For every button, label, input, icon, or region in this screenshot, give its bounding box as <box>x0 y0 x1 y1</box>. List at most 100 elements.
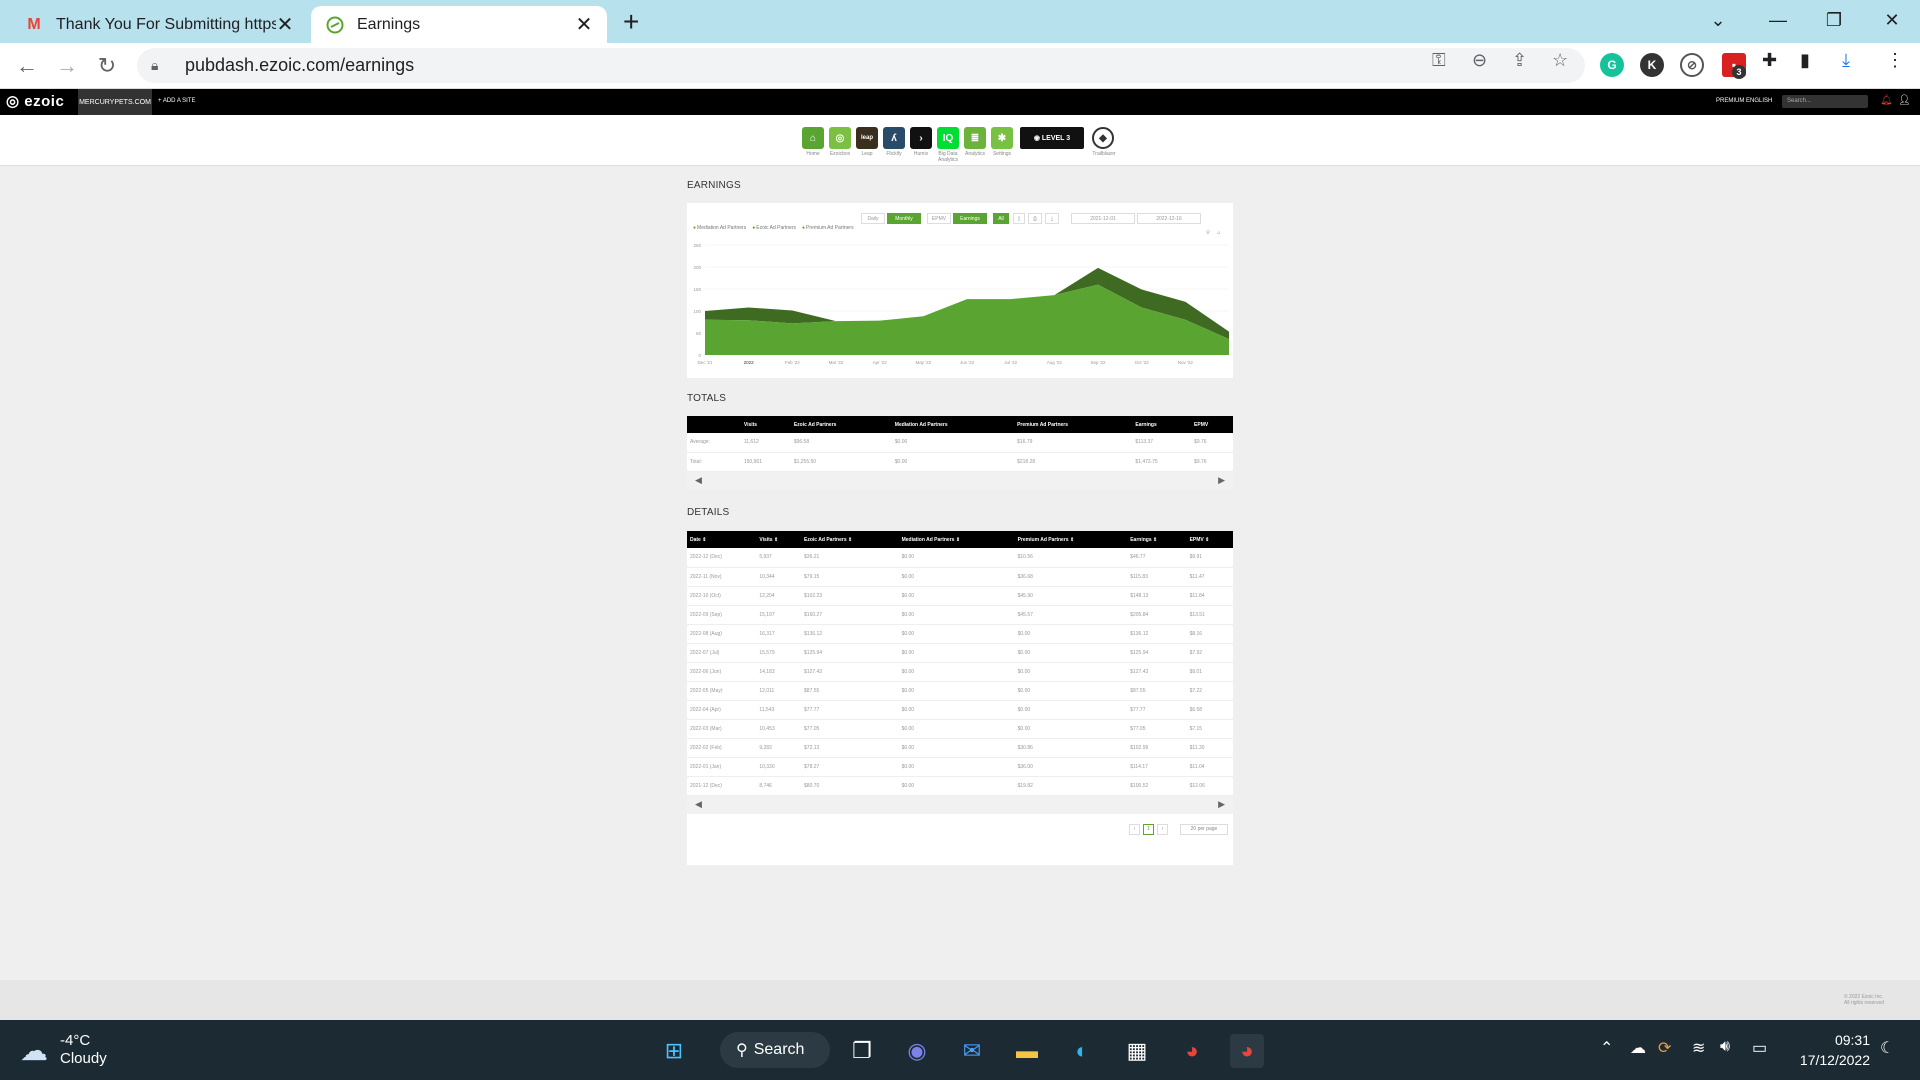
legend-mediation[interactable]: Mediation Ad Partners <box>693 225 746 231</box>
table-cell: Average: <box>687 433 741 453</box>
onedrive-cloud-icon[interactable]: ☁ <box>1630 1038 1646 1058</box>
monthly-toggle[interactable]: Monthly <box>887 213 921 224</box>
download-icon[interactable]: ⤓ <box>1842 50 1850 71</box>
daily-toggle[interactable]: Daily <box>861 213 885 224</box>
key-icon[interactable]: ⚿ <box>1432 50 1446 71</box>
notifications-icon[interactable]: 🔔︎ <box>1880 95 1893 106</box>
table-cell: $0.00 <box>1014 719 1128 739</box>
column-header[interactable]: Earnings ⇕ <box>1127 531 1187 548</box>
mail-icon[interactable]: ✉ <box>955 1034 989 1068</box>
prev-page-icon[interactable]: ‹ <box>1129 823 1140 835</box>
totals-scrollbar[interactable]: ◀ ▶ <box>687 471 1233 490</box>
trailblazer-icon[interactable]: ◆ <box>1092 127 1114 149</box>
tab-gmail[interactable]: M Thank You For Submitting https:/ ✕ <box>10 6 308 43</box>
volume-icon[interactable]: 🔊︎ <box>1720 1038 1730 1056</box>
minimize-icon[interactable]: — <box>1750 0 1806 40</box>
tab-earnings[interactable]: Earnings ✕ <box>311 6 607 43</box>
restore-icon[interactable]: ❐ <box>1806 0 1862 40</box>
app-flickify-icon[interactable]: ʎ <box>883 127 905 149</box>
microsoft-store-icon[interactable]: ▦ <box>1120 1034 1154 1068</box>
tab-title: Thank You For Submitting https:/ <box>56 15 276 33</box>
user-icon[interactable]: 👤︎ <box>1898 95 1911 106</box>
url-text[interactable]: pubdash.ezoic.com/earnings <box>185 55 414 76</box>
edge-icon[interactable]: ◐ <box>1065 1034 1099 1068</box>
reload-icon[interactable]: ↻ <box>92 51 122 81</box>
search-input[interactable]: Search... <box>1782 95 1868 108</box>
extensions-puzzle-icon[interactable]: ✚ <box>1762 50 1777 71</box>
column-header[interactable]: EPMV ⇕ <box>1186 531 1233 548</box>
app-label: Flickify <box>886 151 902 157</box>
lock-icon[interactable]: 🔒︎ <box>151 57 167 74</box>
close-tab-icon[interactable]: ✕ <box>276 12 294 37</box>
file-explorer-icon[interactable]: ▬ <box>1010 1034 1044 1068</box>
level-badge[interactable]: ◉ LEVEL 3 <box>1020 127 1084 149</box>
show-hidden-icons-chevron-icon[interactable]: ⌃ <box>1600 1038 1613 1058</box>
epmv-toggle[interactable]: EPMV <box>927 213 951 224</box>
language-select[interactable]: ENGLISH <box>1746 98 1772 104</box>
start-windows-icon[interactable]: ⊞ <box>657 1034 691 1068</box>
column-header[interactable]: Ezoic Ad Partners ⇕ <box>801 531 899 548</box>
chrome-icon[interactable]: ◕ <box>1175 1034 1209 1068</box>
bookmark-star-icon[interactable]: ☆ <box>1552 50 1568 71</box>
legend-ezoic[interactable]: Ezoic Ad Partners <box>752 225 796 231</box>
close-window-icon[interactable]: ✕ <box>1864 0 1920 40</box>
app-big-data-analytics-icon[interactable]: IQ <box>937 127 959 149</box>
grammarly-icon[interactable]: G <box>1600 53 1624 77</box>
share-icon[interactable]: ⇪ <box>1512 50 1527 71</box>
column-header[interactable]: Mediation Ad Partners ⇕ <box>898 531 1015 548</box>
scroll-right-icon[interactable]: ▶ <box>1218 799 1225 810</box>
system-clock[interactable]: 09:31 17/12/2022 <box>1790 1030 1870 1070</box>
ezoic-extension-icon[interactable]: ⊘ <box>1680 53 1704 77</box>
table-cell: $0.00 <box>898 681 1015 701</box>
scroll-left-icon[interactable]: ◀ <box>695 799 702 810</box>
app-settings-icon[interactable]: ✱ <box>991 127 1013 149</box>
column-header[interactable]: Premium Ad Partners ⇕ <box>1014 531 1128 548</box>
column-header[interactable]: Date ⇕ <box>687 531 757 548</box>
all-toggle[interactable]: All <box>993 213 1009 224</box>
teams-chat-icon[interactable]: ◉ <box>900 1034 934 1068</box>
notification-moon-icon[interactable]: ☾ <box>1880 1038 1894 1058</box>
app-leap-icon[interactable]: leap <box>856 127 878 149</box>
app-ezoicbox-icon[interactable]: ◎ <box>829 127 851 149</box>
sync-icon[interactable]: ⟳ <box>1658 1038 1671 1058</box>
per-page-select[interactable]: 20 per page <box>1180 823 1228 835</box>
battery-icon[interactable]: ▭ <box>1752 1038 1767 1058</box>
print-icon[interactable]: ⎙ <box>1028 213 1042 224</box>
tab-search-chevron-icon[interactable]: ⌄ <box>1690 0 1746 40</box>
forward-icon[interactable]: → <box>52 51 82 81</box>
task-view-icon[interactable]: ❐ <box>845 1034 879 1068</box>
download-chart-icon[interactable]: ⤓ <box>1045 213 1059 224</box>
close-tab-icon[interactable]: ✕ <box>575 12 593 37</box>
chrome-profile-icon[interactable]: ◕ <box>1230 1034 1264 1068</box>
k-extension-icon[interactable]: K <box>1640 53 1664 77</box>
ezoic-logo[interactable]: ◎ ezoic <box>6 92 64 110</box>
menu-kebab-icon[interactable]: ⋮ <box>1886 50 1904 71</box>
export-csv-icon[interactable]: ▯ <box>1013 213 1025 224</box>
scroll-left-icon[interactable]: ◀ <box>695 475 702 486</box>
date-to-input[interactable]: 2022-12-16 <box>1137 213 1201 224</box>
details-scrollbar[interactable]: ◀ ▶ <box>687 795 1233 814</box>
address-bar[interactable]: 🔒︎ pubdash.ezoic.com/earnings <box>137 48 1585 83</box>
weather-widget[interactable]: ☁ -4°C Cloudy <box>20 1032 107 1068</box>
next-page-icon[interactable]: › <box>1157 823 1168 835</box>
app-home-icon[interactable]: ⌂ <box>802 127 824 149</box>
taskbar-search[interactable]: ⚲ Search <box>720 1032 830 1068</box>
site-selector[interactable]: MERCURYPETS.COM <box>78 89 152 115</box>
table-cell: $7.22 <box>1186 681 1233 701</box>
premium-link[interactable]: PREMIUM <box>1716 98 1744 104</box>
back-icon[interactable]: ← <box>12 51 42 81</box>
new-tab-icon[interactable]: + <box>623 6 639 38</box>
app-humix-icon[interactable]: › <box>910 127 932 149</box>
app-analytics-icon[interactable]: ≣ <box>964 127 986 149</box>
side-panel-icon[interactable]: ▮ <box>1800 50 1810 71</box>
table-cell: $7.92 <box>1186 643 1233 663</box>
page-1-button[interactable]: 1 <box>1143 823 1154 835</box>
column-header[interactable]: Visits ⇕ <box>756 531 802 548</box>
date-from-input[interactable]: 2021-12-01 <box>1071 213 1135 224</box>
earnings-toggle[interactable]: Earnings <box>953 213 987 224</box>
zoom-icon[interactable]: ⊖ <box>1472 50 1487 71</box>
wifi-icon[interactable]: ≋ <box>1692 1038 1705 1058</box>
legend-premium[interactable]: Premium Ad Partners <box>802 225 854 231</box>
scroll-right-icon[interactable]: ▶ <box>1218 475 1225 486</box>
add-site-link[interactable]: + ADD A SITE <box>158 98 196 104</box>
